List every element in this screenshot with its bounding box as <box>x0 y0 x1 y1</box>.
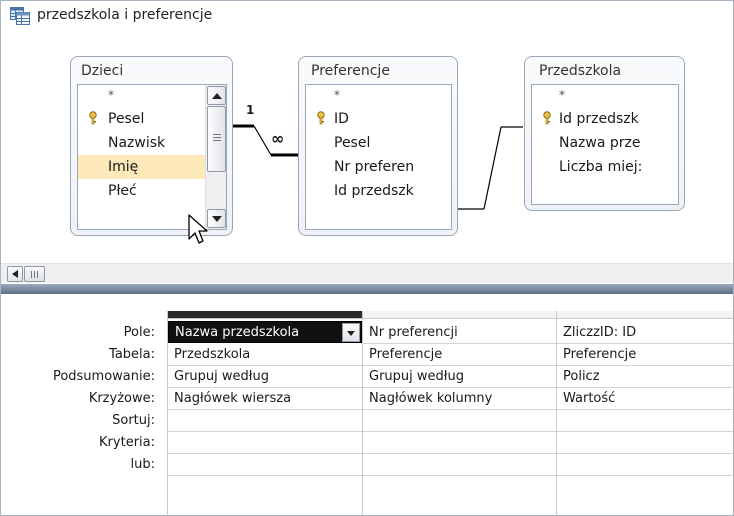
total-cell[interactable]: Policz <box>557 366 733 388</box>
dropdown-arrow-icon[interactable] <box>342 323 360 342</box>
field-imie[interactable]: Imię <box>78 155 206 179</box>
scroll-thumb[interactable] <box>24 266 45 282</box>
field-all[interactable]: * <box>306 85 451 107</box>
grid-column-1[interactable]: Nazwa przedszkola Przedszkola Grupuj wed… <box>167 311 362 515</box>
field-liczba-miejsc[interactable]: Liczba miej: <box>532 155 678 179</box>
field-all[interactable]: * <box>532 85 678 107</box>
mouse-pointer-icon <box>188 214 208 244</box>
field-pesel[interactable]: Pesel <box>306 131 451 155</box>
primary-key-icon <box>88 111 98 125</box>
field-cell[interactable]: ZliczzID: ID <box>557 322 733 344</box>
one-side-label: 1 <box>246 103 255 117</box>
table-cell[interactable]: Preferencje <box>363 344 556 366</box>
or-cell[interactable] <box>557 454 733 476</box>
field-id[interactable]: ID <box>306 107 451 131</box>
total-cell[interactable]: Grupuj według <box>168 366 362 388</box>
column-selector[interactable] <box>363 311 556 319</box>
field-list-scrollbar[interactable] <box>205 85 226 229</box>
row-label-table: Tabela: <box>109 347 155 362</box>
field-pesel[interactable]: Pesel <box>78 107 206 131</box>
window-title: przedszkola i preferencje <box>37 7 213 23</box>
pane-splitter[interactable] <box>1 284 733 294</box>
design-area-scrollbar[interactable] <box>1 263 733 283</box>
crosstab-cell[interactable]: Wartość <box>557 388 733 410</box>
row-label-criteria: Kryteria: <box>99 435 155 450</box>
table-cell[interactable]: Preferencje <box>557 344 733 366</box>
row-label-crosstab: Krzyżowe: <box>88 391 155 406</box>
table-przedszkola-field-list[interactable]: * Id przedszk Nazwa prze Liczba miej: <box>531 84 679 205</box>
row-label-sort: Sortuj: <box>112 413 155 428</box>
column-selector[interactable] <box>557 311 733 319</box>
query-design-grid: Pole: Tabela: Podsumowanie: Krzyżowe: So… <box>1 294 733 515</box>
table-preferencje-field-list[interactable]: * ID Pesel Nr preferen Id przedszk <box>305 84 452 230</box>
field-nazwisko[interactable]: Nazwisk <box>78 131 206 155</box>
table-przedszkola-title[interactable]: Przedszkola <box>539 63 621 79</box>
grid-column-3[interactable]: ZliczzID: ID Preferencje Policz Wartość <box>556 311 733 515</box>
row-label-or: lub: <box>130 457 155 472</box>
field-nazwa-przedszkola[interactable]: Nazwa prze <box>532 131 678 155</box>
table-dzieci[interactable]: Dzieci * Pesel Nazwisk Imię Płeć <box>70 56 233 236</box>
primary-key-icon <box>542 111 552 125</box>
total-cell[interactable]: Grupuj według <box>363 366 556 388</box>
sort-cell[interactable] <box>557 410 733 432</box>
scroll-left-arrow-icon[interactable] <box>7 266 23 282</box>
primary-key-icon <box>316 111 326 125</box>
design-grid-columns: Nazwa przedszkola Przedszkola Grupuj wed… <box>167 311 733 515</box>
query-icon <box>10 7 30 25</box>
row-label-total: Podsumowanie: <box>52 369 155 384</box>
scroll-up-arrow-icon[interactable] <box>207 86 226 105</box>
field-cell[interactable]: Nr preferencji <box>363 322 556 344</box>
column-selector[interactable] <box>168 311 362 319</box>
criteria-cell[interactable] <box>168 432 362 454</box>
table-preferencje-title[interactable]: Preferencje <box>311 63 390 79</box>
crosstab-cell[interactable]: Nagłówek wiersza <box>168 388 362 410</box>
or-cell[interactable] <box>363 454 556 476</box>
field-plec[interactable]: Płeć <box>78 179 206 203</box>
or-cell[interactable] <box>168 454 362 476</box>
scroll-thumb[interactable] <box>207 106 226 172</box>
field-cell[interactable]: Nazwa przedszkola <box>168 321 362 343</box>
field-nr-preferencji[interactable]: Nr preferen <box>306 155 451 179</box>
row-label-field: Pole: <box>123 325 155 340</box>
table-dzieci-field-list[interactable]: * Pesel Nazwisk Imię Płeć <box>77 84 227 230</box>
table-design-area[interactable]: 1 ∞ Dzieci * Pesel Nazwisk Imię Płeć Pre… <box>1 31 733 263</box>
field-id-przedszkola[interactable]: Id przedszk <box>532 107 678 131</box>
sort-cell[interactable] <box>168 410 362 432</box>
table-przedszkola[interactable]: Przedszkola * Id przedszk Nazwa prze Lic… <box>524 56 685 211</box>
table-preferencje[interactable]: Preferencje * ID Pesel Nr preferen Id pr… <box>298 56 458 236</box>
field-id-przedszkola[interactable]: Id przedszk <box>306 179 451 203</box>
grid-column-2[interactable]: Nr preferencji Preferencje Grupuj według… <box>362 311 556 515</box>
table-dzieci-title[interactable]: Dzieci <box>81 63 123 79</box>
sort-cell[interactable] <box>363 410 556 432</box>
table-cell[interactable]: Przedszkola <box>168 344 362 366</box>
many-side-label: ∞ <box>271 129 285 148</box>
field-all[interactable]: * <box>78 85 206 107</box>
criteria-cell[interactable] <box>557 432 733 454</box>
criteria-cell[interactable] <box>363 432 556 454</box>
crosstab-cell[interactable]: Nagłówek kolumny <box>363 388 556 410</box>
title-bar: przedszkola i preferencje <box>1 1 733 31</box>
